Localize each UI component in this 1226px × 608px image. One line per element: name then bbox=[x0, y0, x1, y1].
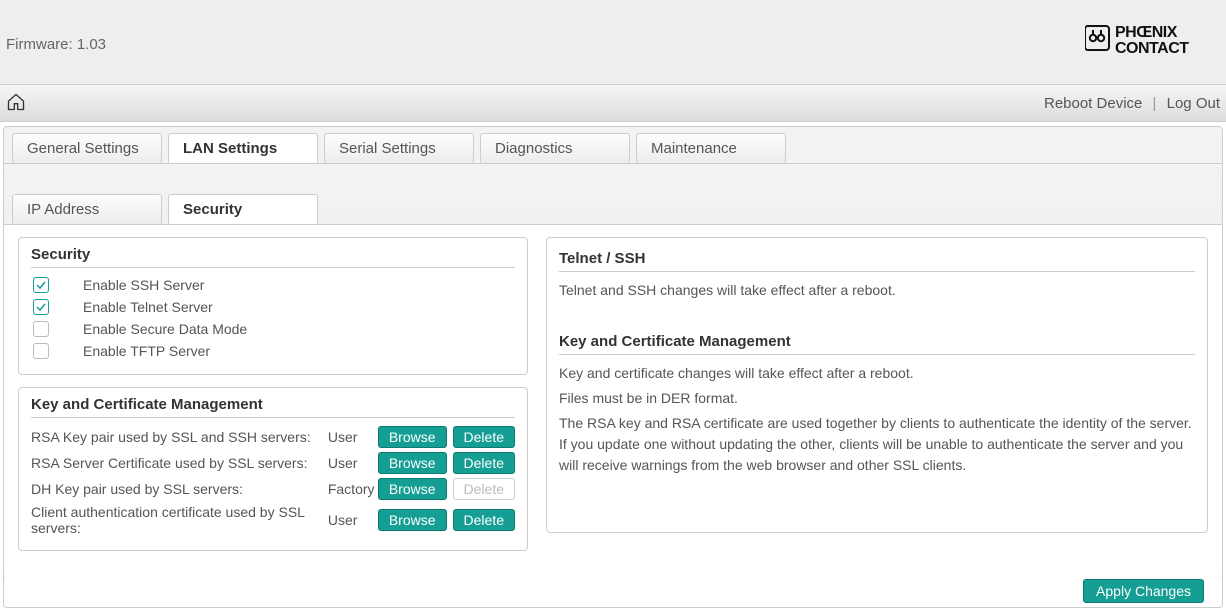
info-kc-title: Key and Certificate Management bbox=[559, 333, 1195, 355]
home-icon[interactable] bbox=[6, 92, 26, 115]
tab-diagnostics[interactable]: Diagnostics bbox=[480, 133, 630, 163]
sub-tab-row: IP Address Security bbox=[4, 194, 1222, 224]
info-telnet-body: Telnet and SSH changes will take effect … bbox=[559, 280, 1195, 301]
firmware-label: Firmware: 1.03 bbox=[6, 36, 106, 53]
keycert-buttons: Browse Delete bbox=[378, 509, 515, 531]
keycert-value: User bbox=[328, 512, 378, 528]
keycert-value: User bbox=[328, 455, 378, 471]
security-panel-title: Security bbox=[31, 246, 515, 268]
info-kc-body1: Key and certificate changes will take ef… bbox=[559, 363, 1195, 384]
keycert-buttons: Browse Delete bbox=[378, 478, 515, 500]
top-bar: Firmware: 1.03 PHŒNIX CONTACT bbox=[0, 0, 1226, 84]
keycert-panel-title: Key and Certificate Management bbox=[31, 396, 515, 418]
tab-lan-settings[interactable]: LAN Settings bbox=[168, 133, 318, 163]
checkbox[interactable] bbox=[33, 343, 49, 359]
keycert-label: RSA Server Certificate used by SSL serve… bbox=[31, 455, 328, 471]
sub-tabs-body: Security Enable SSH Server Enable Telnet … bbox=[4, 224, 1222, 577]
keycert-table: RSA Key pair used by SSL and SSH servers… bbox=[31, 424, 515, 538]
security-panel: Security Enable SSH Server Enable Telnet … bbox=[18, 237, 528, 375]
delete-button[interactable]: Delete bbox=[453, 426, 515, 448]
main-tabs-region: General Settings LAN Settings Serial Set… bbox=[3, 126, 1223, 608]
keycert-row: RSA Key pair used by SSL and SSH servers… bbox=[31, 424, 515, 450]
keycert-row: Client authentication certificate used b… bbox=[31, 502, 515, 538]
phoenix-contact-logo-icon: PHŒNIX CONTACT bbox=[1085, 20, 1220, 58]
keycert-value: Factory bbox=[328, 481, 378, 497]
main-tabs-body: IP Address Security Security Enable SSH … bbox=[4, 163, 1222, 607]
logout-link[interactable]: Log Out bbox=[1167, 95, 1220, 112]
tab-general-settings[interactable]: General Settings bbox=[12, 133, 162, 163]
reboot-link[interactable]: Reboot Device bbox=[1044, 95, 1142, 112]
nav-bar: Reboot Device | Log Out bbox=[0, 84, 1226, 122]
footer-row: Apply Changes bbox=[4, 577, 1222, 607]
keycert-row: DH Key pair used by SSL servers:FactoryB… bbox=[31, 476, 515, 502]
keycert-value: User bbox=[328, 429, 378, 445]
security-option-row: Enable TFTP Server bbox=[31, 340, 515, 362]
security-option-label: Enable TFTP Server bbox=[83, 343, 210, 359]
security-option-row: Enable SSH Server bbox=[31, 274, 515, 296]
subtab-ip-address[interactable]: IP Address bbox=[12, 194, 162, 224]
right-column: Telnet / SSH Telnet and SSH changes will… bbox=[546, 237, 1208, 563]
apply-changes-button[interactable]: Apply Changes bbox=[1083, 579, 1204, 603]
keycert-panel: Key and Certificate Management RSA Key p… bbox=[18, 387, 528, 551]
keycert-label: DH Key pair used by SSL servers: bbox=[31, 481, 328, 497]
keycert-row: RSA Server Certificate used by SSL serve… bbox=[31, 450, 515, 476]
svg-text:PHŒNIX: PHŒNIX bbox=[1115, 24, 1178, 41]
delete-button[interactable]: Delete bbox=[453, 509, 515, 531]
info-kc-body2: Files must be in DER format. bbox=[559, 388, 1195, 409]
keycert-buttons: Browse Delete bbox=[378, 452, 515, 474]
browse-button[interactable]: Browse bbox=[378, 452, 447, 474]
brand-logo: PHŒNIX CONTACT bbox=[1085, 20, 1220, 61]
main-tab-row: General Settings LAN Settings Serial Set… bbox=[4, 133, 1222, 163]
browse-button[interactable]: Browse bbox=[378, 426, 447, 448]
keycert-buttons: Browse Delete bbox=[378, 426, 515, 448]
checkbox[interactable] bbox=[33, 299, 49, 315]
keycert-label: Client authentication certificate used b… bbox=[31, 504, 328, 536]
delete-button: Delete bbox=[453, 478, 515, 500]
info-kc-body3: The RSA key and RSA certificate are used… bbox=[559, 413, 1195, 476]
subtab-security[interactable]: Security bbox=[168, 194, 318, 224]
browse-button[interactable]: Browse bbox=[378, 478, 447, 500]
sub-tabs-region: IP Address Security Security Enable SSH … bbox=[4, 164, 1222, 577]
security-option-label: Enable Telnet Server bbox=[83, 299, 213, 315]
info-panel: Telnet / SSH Telnet and SSH changes will… bbox=[546, 237, 1208, 533]
left-column: Security Enable SSH Server Enable Telnet … bbox=[18, 237, 528, 563]
svg-text:CONTACT: CONTACT bbox=[1115, 40, 1189, 57]
security-option-row: Enable Telnet Server bbox=[31, 296, 515, 318]
security-option-row: Enable Secure Data Mode bbox=[31, 318, 515, 340]
checkbox[interactable] bbox=[33, 277, 49, 293]
keycert-label: RSA Key pair used by SSL and SSH servers… bbox=[31, 429, 328, 445]
browse-button[interactable]: Browse bbox=[378, 509, 447, 531]
info-telnet-title: Telnet / SSH bbox=[559, 250, 1195, 272]
nav-right: Reboot Device | Log Out bbox=[1044, 95, 1220, 112]
tab-maintenance[interactable]: Maintenance bbox=[636, 133, 786, 163]
delete-button[interactable]: Delete bbox=[453, 452, 515, 474]
security-option-label: Enable Secure Data Mode bbox=[83, 321, 247, 337]
security-option-label: Enable SSH Server bbox=[83, 277, 204, 293]
nav-separator: | bbox=[1153, 95, 1157, 112]
tab-serial-settings[interactable]: Serial Settings bbox=[324, 133, 474, 163]
checkbox[interactable] bbox=[33, 321, 49, 337]
